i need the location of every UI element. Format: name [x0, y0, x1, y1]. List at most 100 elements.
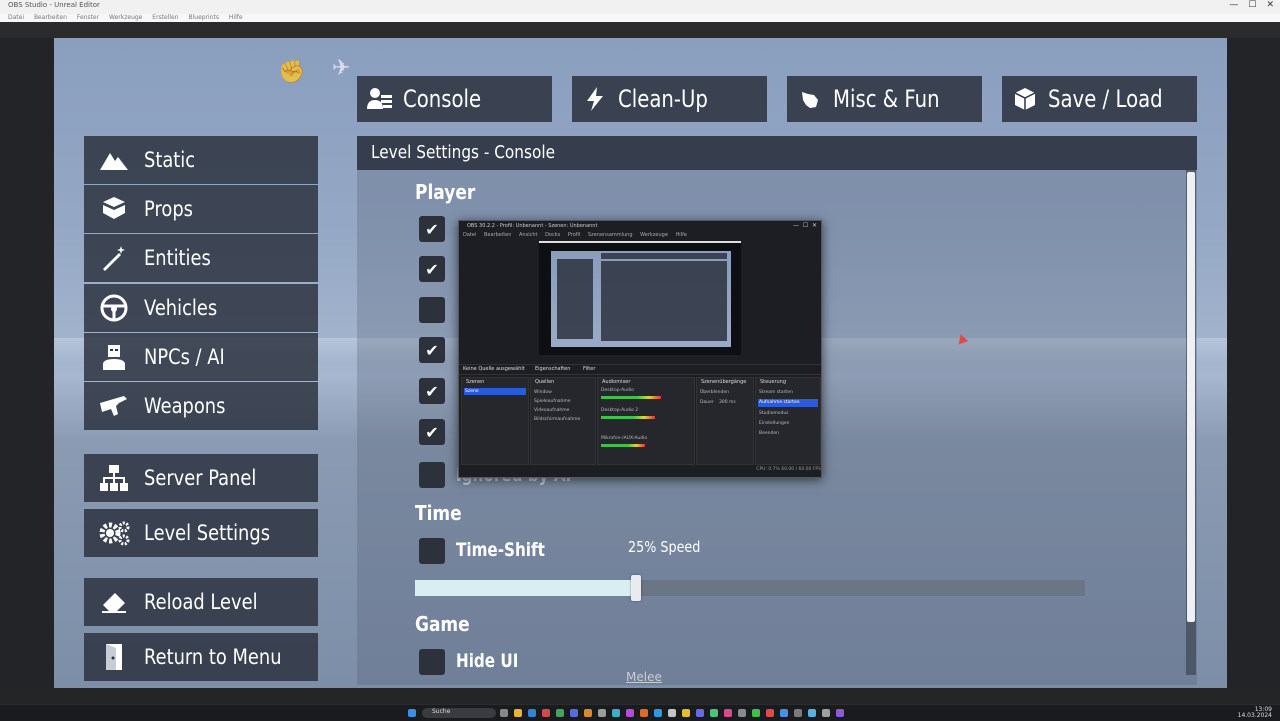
- obs-window-controls[interactable]: — ☐ ✕: [793, 222, 817, 229]
- obs-window[interactable]: OBS 30.2.2 - Profil: Unbenannt - Szenen:…: [458, 220, 822, 478]
- menu-weapons[interactable]: Weapons: [84, 382, 318, 430]
- start-icon[interactable]: [408, 709, 416, 717]
- app-icon[interactable]: [808, 709, 816, 717]
- app-icon[interactable]: [738, 709, 746, 717]
- player-option-2-checkbox[interactable]: ✔: [419, 256, 445, 282]
- app-icon[interactable]: [584, 709, 592, 717]
- tab-misc-fun[interactable]: Misc & Fun: [787, 76, 982, 122]
- taskbar-clock[interactable]: 13:09 14.03.2024: [1238, 707, 1272, 719]
- obs-menu-item[interactable]: Szenensammlung: [588, 232, 633, 238]
- app-icon[interactable]: [710, 709, 718, 717]
- player-option-6-checkbox[interactable]: ✔: [419, 419, 445, 445]
- app-icon[interactable]: [780, 709, 788, 717]
- dock-header: Szenenübergänge: [701, 379, 747, 385]
- transition-item[interactable]: Überblenden: [700, 390, 729, 395]
- player-option-1-checkbox[interactable]: ✔: [419, 216, 445, 242]
- timeshift-checkbox[interactable]: [419, 538, 445, 564]
- menu-return-to-menu[interactable]: Return to Menu: [84, 633, 318, 681]
- obs-menu-item[interactable]: Docks: [545, 232, 560, 238]
- scrollbar-thumb[interactable]: [1187, 172, 1195, 622]
- ignored-by-ai-checkbox[interactable]: [419, 462, 445, 488]
- folder-icon[interactable]: [514, 709, 522, 717]
- scene-item[interactable]: Szene: [465, 389, 479, 394]
- tab-clean-up[interactable]: Clean-Up: [572, 76, 767, 122]
- checkmark-icon: ✔: [425, 340, 439, 360]
- control-button[interactable]: Beenden: [759, 431, 779, 436]
- obs-menu-item[interactable]: Werkzeuge: [640, 232, 668, 238]
- menu-entities[interactable]: Entities: [84, 234, 318, 282]
- obs-menu-item[interactable]: Ansicht: [519, 232, 537, 238]
- app-icon[interactable]: [766, 709, 774, 717]
- close-button[interactable]: ✕: [1266, 0, 1274, 10]
- editor-toolbar: [0, 22, 1280, 38]
- player-option-3-checkbox[interactable]: [419, 297, 445, 323]
- app-icon[interactable]: [598, 709, 606, 717]
- control-button[interactable]: Stream starten: [759, 390, 793, 395]
- editor-menubar: Datei Bearbeiten Fenster Werkzeuge Erste…: [0, 14, 1280, 22]
- window-title-bar: OBS Studio - Unreal Editor — ☐ ✕: [0, 0, 1280, 14]
- fist-icon: [787, 88, 833, 110]
- app-icon[interactable]: [752, 709, 760, 717]
- source-item[interactable]: Bildschirmaufnahme: [534, 417, 580, 422]
- menu-item[interactable]: Werkzeuge: [109, 14, 142, 21]
- tab-console[interactable]: Console: [357, 76, 552, 122]
- hide-ui-checkbox[interactable]: [419, 649, 445, 675]
- menu-item[interactable]: Bearbeiten: [34, 14, 67, 21]
- menu-reload-level[interactable]: Reload Level: [84, 578, 318, 626]
- player-option-5-checkbox[interactable]: ✔: [419, 378, 445, 404]
- app-icon[interactable]: [500, 709, 508, 717]
- editor-left-panel: [0, 38, 54, 698]
- app-icon[interactable]: [626, 709, 634, 717]
- app-icon[interactable]: [612, 709, 620, 717]
- app-icon[interactable]: [682, 709, 690, 717]
- box-icon: [1002, 87, 1048, 111]
- minimize-button[interactable]: —: [1229, 0, 1238, 10]
- app-icon[interactable]: [668, 709, 676, 717]
- menu-server-panel[interactable]: Server Panel: [84, 454, 318, 502]
- app-icon[interactable]: [822, 709, 830, 717]
- transition-item[interactable]: 300 ms: [719, 400, 736, 405]
- gears-icon: [84, 519, 144, 547]
- menu-item[interactable]: Datei: [8, 14, 24, 21]
- speed-slider-handle[interactable]: [631, 575, 641, 601]
- source-item[interactable]: Spieleaufnahme: [534, 399, 571, 404]
- obs-properties-tab[interactable]: Eigenschaften: [535, 366, 570, 372]
- obs-source-tabs: Keine Quelle ausgewählt Eigenschaften Fi…: [459, 364, 821, 375]
- menu-static[interactable]: Static: [84, 136, 318, 184]
- app-icon[interactable]: [542, 709, 550, 717]
- obs-menu-item[interactable]: Hilfe: [676, 232, 687, 238]
- source-item[interactable]: Videoaufnahme: [534, 408, 569, 413]
- app-icon[interactable]: [640, 709, 648, 717]
- tab-save-load[interactable]: Save / Load: [1002, 76, 1197, 122]
- menu-vehicles[interactable]: Vehicles: [84, 284, 318, 332]
- app-icon[interactable]: [556, 709, 564, 717]
- menu-props[interactable]: Props: [84, 185, 318, 233]
- obs-preview[interactable]: [539, 241, 741, 355]
- taskbar-search[interactable]: Suche: [422, 708, 496, 718]
- app-icon[interactable]: [836, 709, 844, 717]
- player-option-4-checkbox[interactable]: ✔: [419, 337, 445, 363]
- menu-item[interactable]: Blueprints: [188, 14, 219, 21]
- app-icon[interactable]: [570, 709, 578, 717]
- melee-link[interactable]: Melee: [626, 670, 662, 684]
- obs-menu-item[interactable]: Profil: [568, 232, 580, 238]
- control-button[interactable]: Einstellungen: [759, 421, 790, 426]
- menu-item[interactable]: Erstellen: [152, 14, 178, 21]
- obs-menu-item[interactable]: Bearbeiten: [484, 232, 511, 238]
- obs-menu-item[interactable]: Datei: [463, 232, 476, 238]
- maximize-button[interactable]: ☐: [1248, 0, 1256, 10]
- menu-label: Props: [144, 197, 193, 221]
- app-icon[interactable]: [654, 709, 662, 717]
- menu-item[interactable]: Hilfe: [229, 14, 243, 21]
- app-icon[interactable]: [696, 709, 704, 717]
- source-item[interactable]: Window: [534, 390, 552, 395]
- app-icon[interactable]: [794, 709, 802, 717]
- menu-item[interactable]: Fenster: [77, 14, 99, 21]
- obs-filters-tab[interactable]: Filter: [583, 366, 595, 372]
- menu-npcs-ai[interactable]: NPCs / AI: [84, 333, 318, 381]
- control-button[interactable]: Studiomodus: [759, 411, 789, 416]
- app-icon[interactable]: [528, 709, 536, 717]
- menu-level-settings[interactable]: Level Settings: [84, 509, 318, 557]
- control-button[interactable]: Aufnahme starten: [759, 400, 800, 405]
- app-icon[interactable]: [724, 709, 732, 717]
